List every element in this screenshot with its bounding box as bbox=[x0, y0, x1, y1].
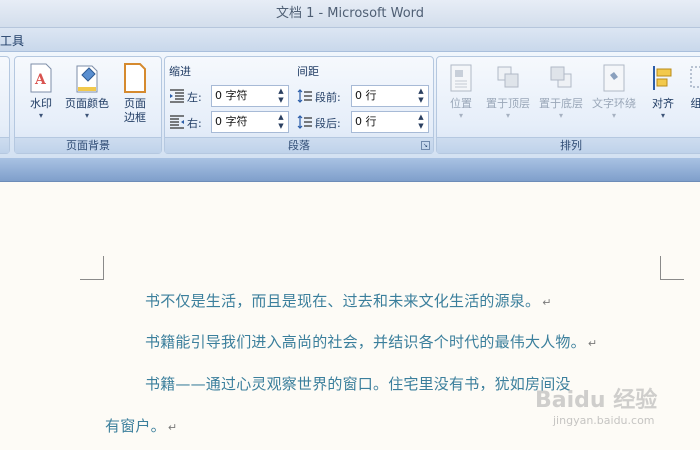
spinner-arrows-icon[interactable]: ▲ ▼ bbox=[416, 87, 426, 105]
title-bar: 文档 1 - Microsoft Word bbox=[0, 0, 700, 28]
paragraph-3-line-2[interactable]: 有窗户。 ↵ bbox=[105, 415, 177, 436]
page-corner-mark-right bbox=[660, 256, 684, 280]
align-button[interactable]: 对齐 ▾ bbox=[643, 63, 683, 133]
dialog-launcher-icon[interactable]: ↘ bbox=[421, 141, 430, 150]
chevron-down-icon: ▾ bbox=[84, 111, 89, 120]
paragraph-mark-icon: ↵ bbox=[542, 296, 552, 309]
paragraph-2[interactable]: 书籍能引导我们进入高尚的社会，并结识各个时代的最伟大人物。 ↵ bbox=[145, 331, 597, 352]
spacing-before-row: 段前: 0 行 ▲ ▼ bbox=[297, 85, 431, 107]
ribbon-tab-row: 工具 bbox=[0, 28, 700, 52]
chevron-down-icon: ▾ bbox=[558, 111, 563, 120]
page-color-icon bbox=[76, 65, 98, 93]
spacing-before-value: 0 行 bbox=[355, 89, 377, 102]
ribbon-group-partial bbox=[0, 56, 10, 154]
bring-to-front-button[interactable]: 置于顶层 ▾ bbox=[483, 63, 533, 133]
ruler-band bbox=[0, 158, 700, 182]
baidu-jingyan-watermark: Baidu 经验 jingyan.baidu.com bbox=[535, 388, 658, 427]
spacing-after-value: 0 行 bbox=[355, 115, 377, 128]
ribbon: A 水印 ▾ 页面颜色 ▾ 页面 边框 页面背景 缩进 间距 左: 0 字符 ▲… bbox=[0, 52, 700, 158]
tools-tab-label[interactable]: 工具 bbox=[0, 32, 24, 49]
indent-header: 缩进 bbox=[169, 65, 191, 78]
chevron-down-icon: ▾ bbox=[505, 111, 510, 120]
spacing-after-spinner[interactable]: 0 行 ▲ ▼ bbox=[351, 111, 429, 133]
position-button[interactable]: 位置 ▾ bbox=[441, 63, 481, 133]
page-color-button[interactable]: 页面颜色 ▾ bbox=[65, 63, 109, 133]
send-to-back-button[interactable]: 置于底层 ▾ bbox=[536, 63, 586, 133]
indent-left-icon bbox=[170, 89, 184, 103]
indent-right-label: 右: bbox=[187, 117, 202, 130]
paragraph-1[interactable]: 书不仅是生活，而且是现在、过去和未来文化生活的源泉。 ↵ bbox=[145, 290, 552, 311]
chevron-down-icon: ▾ bbox=[611, 111, 616, 120]
group-icon bbox=[690, 66, 700, 88]
paragraph-mark-icon: ↵ bbox=[587, 337, 598, 350]
chevron-down-icon: ▾ bbox=[458, 111, 463, 120]
arrange-group: 位置 ▾ 置于顶层 ▾ 置于底层 ▾ 文字环绕 ▾ 对齐 ▾ 组 排列 bbox=[436, 56, 700, 154]
window-title: 文档 1 - Microsoft Word bbox=[275, 6, 425, 21]
indent-right-spinner[interactable]: 0 字符 ▲ ▼ bbox=[211, 111, 289, 133]
indent-right-icon bbox=[170, 115, 184, 129]
indent-right-value: 0 字符 bbox=[215, 115, 248, 128]
text-wrap-button[interactable]: 文字环绕 ▾ bbox=[589, 63, 639, 133]
chevron-down-icon: ▾ bbox=[38, 111, 43, 120]
indent-left-spinner[interactable]: 0 字符 ▲ ▼ bbox=[211, 85, 289, 107]
group-button[interactable]: 组 bbox=[685, 63, 700, 133]
indent-right-row: 右: 0 字符 ▲ ▼ bbox=[169, 111, 293, 133]
paragraph-group: 缩进 间距 左: 0 字符 ▲ ▼ 右: 0 字符 ▲ ▼ 段前: 0 行 ▲ … bbox=[164, 56, 434, 154]
align-icon bbox=[653, 66, 672, 90]
watermark-icon: A bbox=[30, 63, 52, 93]
page-background-group: A 水印 ▾ 页面颜色 ▾ 页面 边框 页面背景 bbox=[14, 56, 162, 154]
indent-left-row: 左: 0 字符 ▲ ▼ bbox=[169, 85, 293, 107]
spacing-before-label: 段前: bbox=[315, 91, 341, 104]
spacing-header: 间距 bbox=[297, 65, 319, 78]
position-icon bbox=[450, 64, 472, 92]
chevron-down-icon: ▾ bbox=[660, 111, 665, 120]
indent-left-label: 左: bbox=[187, 91, 202, 104]
send-to-back-icon bbox=[550, 66, 572, 88]
page-corner-mark-left bbox=[80, 256, 104, 280]
spacing-after-label: 段后: bbox=[315, 117, 341, 130]
spacing-after-icon bbox=[297, 115, 312, 129]
page-border-button[interactable]: 页面 边框 bbox=[115, 63, 155, 133]
spacing-after-row: 段后: 0 行 ▲ ▼ bbox=[297, 111, 431, 133]
bring-to-front-icon bbox=[497, 66, 519, 88]
paragraph-3-line-1[interactable]: 书籍——通过心灵观察世界的窗口。住宅里没有书，犹如房间没 bbox=[145, 373, 571, 394]
page-background-caption: 页面背景 bbox=[15, 137, 161, 153]
indent-left-value: 0 字符 bbox=[215, 89, 248, 102]
arrange-caption: 排列 bbox=[437, 137, 700, 153]
paragraph-mark-icon: ↵ bbox=[167, 421, 178, 434]
text-wrap-icon bbox=[603, 64, 625, 92]
spacing-before-spinner[interactable]: 0 行 ▲ ▼ bbox=[351, 85, 429, 107]
spinner-arrows-icon[interactable]: ▲ ▼ bbox=[416, 113, 426, 131]
svg-text:A: A bbox=[34, 72, 47, 88]
spinner-arrows-icon[interactable]: ▲ ▼ bbox=[276, 87, 286, 105]
spacing-before-icon bbox=[297, 89, 312, 103]
watermark-button[interactable]: A 水印 ▾ bbox=[21, 63, 61, 133]
spinner-arrows-icon[interactable]: ▲ ▼ bbox=[276, 113, 286, 131]
paragraph-caption: 段落 bbox=[165, 137, 433, 153]
page-border-icon bbox=[124, 63, 146, 93]
